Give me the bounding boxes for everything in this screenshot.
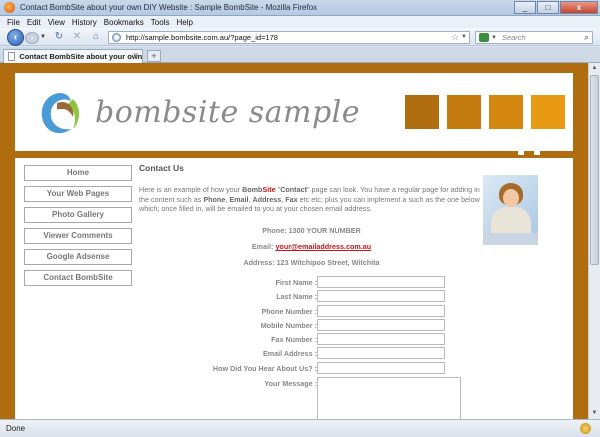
form-row-hear: How Did You Hear About Us? : [139,362,559,375]
last-name-label: Last Name : [276,292,317,301]
contact-photo [483,175,538,245]
last-name-field[interactable] [317,290,445,302]
vertical-scrollbar[interactable]: ▲ ▼ [588,63,600,419]
nav-google-adsense[interactable]: Google Adsense [24,249,132,265]
address-bar[interactable]: http://sample.bombsite.com.au/?page_id=1… [108,31,470,44]
new-tab-button[interactable]: + [147,50,161,62]
tab-close-icon[interactable]: ✕ [132,51,139,60]
home-icon[interactable]: ⌂ [90,31,102,43]
form-row-message: Your Message : [139,377,559,419]
tab-label: Contact BombSite about your own DI... [19,52,142,61]
page-icon [8,52,16,61]
message-textarea[interactable] [317,377,461,419]
site-navigation: Home Your Web Pages Photo Gallery Viewer… [24,165,132,291]
nav-viewer-comments[interactable]: Viewer Comments [24,228,132,244]
tab-contact[interactable]: Contact BombSite about your own DI... ✕ [3,49,143,63]
nav-contact-bombsite[interactable]: Contact BombSite [24,270,132,286]
header-stripe-gap [534,151,540,155]
form-row-email: Email Address : [139,347,559,360]
form-row-last-name: Last Name : [139,290,559,303]
main-content: Contact Us Here is an example of how you… [139,163,559,419]
contact-email-line: Email: your@emailaddress.com.au [251,242,372,251]
bombsite-logo-icon [41,93,79,134]
fax-label: Fax Number : [271,335,317,344]
first-name-label: First Name : [275,278,317,287]
scroll-down-icon[interactable]: ▼ [589,408,600,419]
page-viewport: bombsite sample Home Your Web Pages Phot… [0,63,588,419]
nav-your-web-pages[interactable]: Your Web Pages [24,186,132,202]
menu-view[interactable]: View [48,18,65,27]
page-title: Contact Us [139,163,184,173]
contact-email-link[interactable]: your@emailaddress.com.au [275,242,371,251]
window-title-bar: Contact BombSite about your own DIY Webs… [0,0,600,16]
email-label: Email Address : [262,349,317,358]
search-box[interactable]: ▼ Search ⌕ [475,31,593,44]
window-controls: _ □ x [513,1,598,14]
hear-about-field[interactable] [317,362,445,374]
form-row-mobile: Mobile Number : [139,319,559,332]
header-stripe-gap [518,151,524,155]
status-text: Done [6,424,26,433]
minimize-button[interactable]: _ [514,1,536,14]
site-identity-icon[interactable] [112,33,121,42]
search-input[interactable]: Search [502,33,526,42]
nav-home[interactable]: Home [24,165,132,181]
reload-icon[interactable]: ↻ [53,31,65,43]
header-square-2 [447,95,481,129]
menu-help[interactable]: Help [176,18,192,27]
bookmark-star-icon[interactable]: ☆ [451,32,459,43]
firefox-icon [4,2,15,13]
fax-field[interactable] [317,333,445,345]
menu-tools[interactable]: Tools [151,18,170,27]
intro-paragraph: Here is an example of how your BombSite … [139,185,480,213]
tab-bar: Contact BombSite about your own DI... ✕ … [0,47,600,63]
contact-phone: Phone: 1300 YOUR NUMBER [262,226,361,235]
menu-bar: File Edit View History Bookmarks Tools H… [0,16,600,28]
header-square-4 [531,95,565,129]
menu-file[interactable]: File [7,18,20,27]
navigation-toolbar: ‹ › ▼ ↻ ✕ ⌂ http://sample.bombsite.com.a… [0,28,600,46]
mobile-field[interactable] [317,319,445,331]
form-row-first-name: First Name : [139,276,559,289]
scrollbar-thumb[interactable] [590,75,599,265]
url-dropdown-icon[interactable]: ▼ [461,34,467,40]
nav-photo-gallery[interactable]: Photo Gallery [24,207,132,223]
menu-history[interactable]: History [72,18,97,27]
search-icon[interactable]: ⌕ [584,32,589,43]
url-text[interactable]: http://sample.bombsite.com.au/?page_id=1… [126,33,278,42]
header-square-3 [489,95,523,129]
search-engine-icon[interactable] [479,33,489,42]
email-field[interactable] [317,347,445,359]
stop-icon[interactable]: ✕ [71,31,83,43]
history-dropdown-icon[interactable]: ▼ [40,34,46,40]
hear-about-label: How Did You Hear About Us? : [212,364,317,373]
page-body: Home Your Web Pages Photo Gallery Viewer… [15,158,573,419]
mobile-label: Mobile Number : [260,321,317,330]
addon-status-icon[interactable] [580,423,591,434]
site-logo-text: bombsite sample [95,95,361,130]
phone-label: Phone Number : [261,307,317,316]
search-engine-dropdown-icon[interactable]: ▼ [491,35,497,41]
maximize-button[interactable]: □ [537,1,559,14]
first-name-field[interactable] [317,276,445,288]
form-row-phone: Phone Number : [139,305,559,318]
back-button[interactable]: ‹ [7,29,24,46]
window-title: Contact BombSite about your own DIY Webs… [20,3,318,12]
menu-bookmarks[interactable]: Bookmarks [104,18,144,27]
contact-address: Address: 123 Witchipoo Street, Witchita [243,258,380,267]
scroll-up-icon[interactable]: ▲ [589,63,600,74]
message-label: Your Message : [264,379,317,388]
menu-edit[interactable]: Edit [27,18,41,27]
form-row-fax: Fax Number : [139,333,559,346]
phone-field[interactable] [317,305,445,317]
header-square-1 [405,95,439,129]
close-button[interactable]: x [560,1,598,14]
forward-button[interactable]: › [25,32,39,44]
status-bar: Done [0,419,600,437]
site-header: bombsite sample [15,73,573,151]
